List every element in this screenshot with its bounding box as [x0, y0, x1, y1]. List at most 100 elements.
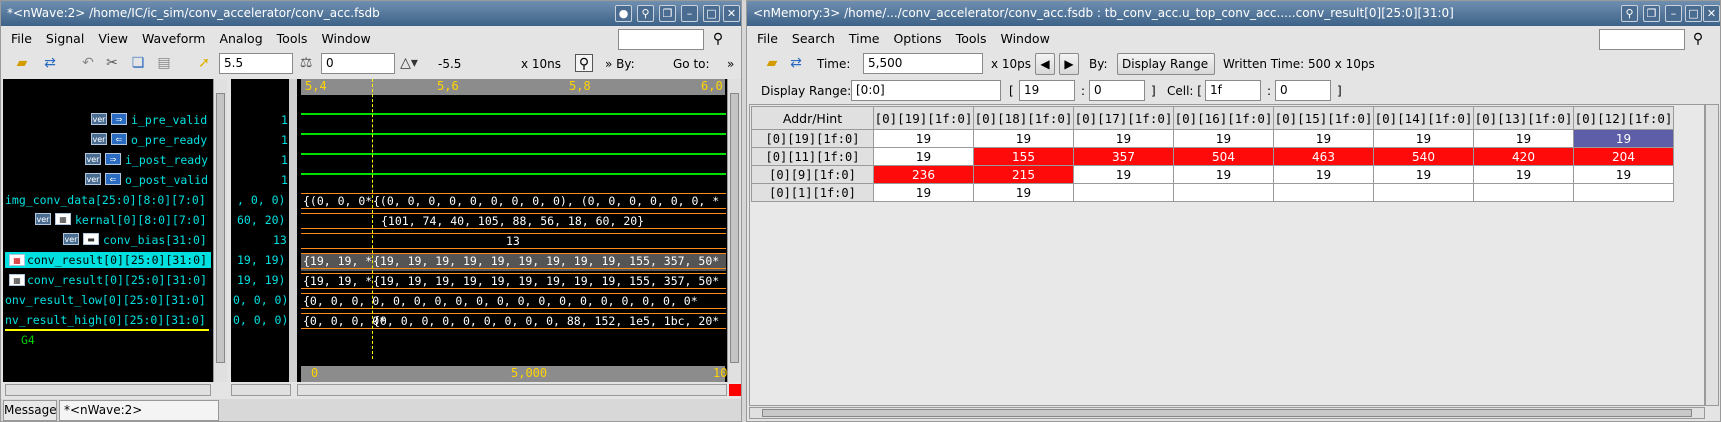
memory-cell[interactable]: 19	[1373, 129, 1474, 148]
memory-cell[interactable]	[1173, 183, 1274, 202]
pin-icon[interactable]: ⚲	[637, 5, 654, 22]
signal-img-conv-data[interactable]: img_conv_data[25:0][8:0][7:0]	[5, 193, 206, 207]
memory-cell[interactable]: 19	[1173, 165, 1274, 184]
column-header[interactable]: [0][17][1f:0]	[1073, 106, 1174, 130]
undo-icon[interactable]: ↶	[79, 54, 97, 72]
cut-icon[interactable]: ✂	[103, 54, 121, 72]
cursor-time-input[interactable]: 5.5	[219, 53, 293, 74]
marker-icon[interactable]: ⚖	[297, 54, 315, 72]
menu-tools[interactable]: Tools	[277, 31, 308, 46]
open-folder-icon[interactable]: ▰	[763, 54, 781, 72]
by-dropdown[interactable]: Display Range ▾	[1117, 53, 1215, 91]
undock-icon[interactable]: ❐	[1643, 5, 1660, 22]
memory-cell-changed[interactable]: 236	[873, 165, 974, 184]
menu-options[interactable]: Options	[893, 31, 941, 46]
cursor-icon[interactable]: ➚	[195, 54, 213, 72]
memory-cell-changed[interactable]: 215	[973, 165, 1074, 184]
memory-cell-changed[interactable]: 540	[1373, 147, 1474, 166]
memory-vscrollbar[interactable]	[1705, 104, 1719, 406]
name-hscrollbar[interactable]	[5, 384, 211, 396]
column-header[interactable]: [0][16][1f:0]	[1173, 106, 1274, 130]
menu-file[interactable]: File	[757, 31, 778, 46]
range-lo-input[interactable]: 0	[1089, 80, 1145, 101]
menu-time[interactable]: Time	[849, 31, 880, 46]
signal-conv-result-selected[interactable]: conv_result[0][25:0][31:0]	[27, 253, 207, 267]
signal-conv-result-high[interactable]: nv_result_high[0][25:0][31:0]	[5, 313, 206, 327]
range-hi-input[interactable]: 19	[1019, 80, 1075, 101]
signal-conv-result-low[interactable]: onv_result_low[0][25:0][31:0]	[5, 293, 206, 307]
more-icon[interactable]: »	[727, 57, 734, 71]
prev-time-button[interactable]: ◀	[1035, 53, 1055, 75]
memory-cell[interactable]: 19	[1273, 165, 1374, 184]
column-header[interactable]: [0][18][1f:0]	[973, 106, 1074, 130]
nwave-search-input[interactable]	[618, 29, 704, 50]
memory-cell-changed[interactable]: 155	[973, 147, 1074, 166]
delta-icon[interactable]: △▾	[400, 54, 418, 72]
memory-cell[interactable]: 19	[1173, 129, 1274, 148]
memory-cell[interactable]: 19	[1073, 165, 1174, 184]
tab-nwave[interactable]: *<nWave:2> conv_acc.fsdb	[59, 400, 219, 421]
memory-hscrollbar[interactable]	[749, 407, 1705, 419]
memory-cell[interactable]	[1273, 183, 1374, 202]
close-icon[interactable]: ✕	[1703, 5, 1720, 22]
signal-conv-bias[interactable]: conv_bias[31:0]	[103, 233, 207, 247]
memory-cell[interactable]: 19	[1073, 129, 1174, 148]
tab-message[interactable]: Message	[3, 400, 57, 421]
column-header[interactable]: [0][19][1f:0]	[873, 106, 974, 130]
signal-i-pre-valid[interactable]: i_pre_valid	[131, 113, 207, 127]
menu-waveform[interactable]: Waveform	[142, 31, 205, 46]
search-options-icon[interactable]: ⚲	[1689, 30, 1707, 48]
search-options-icon[interactable]: ⚲	[709, 30, 727, 48]
cell-hi-input[interactable]: 1f	[1205, 80, 1261, 101]
memory-cell-changed[interactable]: 204	[1573, 147, 1674, 166]
reload-icon[interactable]: ⇄	[787, 54, 805, 72]
value-scrollbar[interactable]	[289, 79, 297, 382]
time-input[interactable]: 5,500	[863, 53, 983, 74]
group-label[interactable]: G4	[21, 333, 35, 347]
memory-cell[interactable]: 19	[1473, 129, 1574, 148]
reload-icon[interactable]: ⇄	[41, 54, 59, 72]
menu-tools[interactable]: Tools	[956, 31, 987, 46]
memory-cell[interactable]: 19	[1473, 165, 1574, 184]
waveform-hscrollbar[interactable]	[297, 384, 727, 396]
memory-cell[interactable]: 19	[1373, 165, 1474, 184]
memory-cell-changed[interactable]: 357	[1073, 147, 1174, 166]
marker-time-input[interactable]: 0	[321, 53, 395, 74]
memory-cell[interactable]: 19	[873, 183, 974, 202]
copy-icon[interactable]: ❏	[129, 54, 147, 72]
memory-cell[interactable]	[1373, 183, 1474, 202]
signal-i-post-ready[interactable]: i_post_ready	[125, 153, 208, 167]
zoom-icon[interactable]: ⚲	[575, 54, 593, 72]
memory-cell[interactable]	[1573, 183, 1674, 202]
memory-cell[interactable]: 19	[873, 147, 974, 166]
signal-o-post-valid[interactable]: o_post_valid	[125, 173, 208, 187]
signal-o-pre-ready[interactable]: o_pre_ready	[131, 133, 207, 147]
cell-lo-input[interactable]: 0	[1275, 80, 1331, 101]
close-icon[interactable]: ✕	[723, 5, 740, 22]
column-header[interactable]: [0][12][1f:0]	[1573, 106, 1674, 130]
memory-cell[interactable]: 19	[1273, 129, 1374, 148]
next-time-button[interactable]: ▶	[1059, 53, 1079, 75]
minimize-icon[interactable]: –	[1665, 5, 1682, 22]
memory-cell-changed[interactable]: 420	[1473, 147, 1574, 166]
menu-search[interactable]: Search	[792, 31, 835, 46]
memory-cell[interactable]: 19	[873, 129, 974, 148]
memory-cell-selected[interactable]: 19	[1573, 129, 1674, 148]
nmemory-search-input[interactable]	[1599, 29, 1685, 50]
menu-file[interactable]: File	[11, 31, 32, 46]
maximize-icon[interactable]: □	[1685, 5, 1702, 22]
record-icon[interactable]: ●	[615, 5, 632, 22]
column-header[interactable]: [0][14][1f:0]	[1373, 106, 1474, 130]
signal-conv-result[interactable]: conv_result[0][25:0][31:0]	[27, 273, 207, 287]
cursor-line[interactable]	[372, 79, 373, 359]
signal-kernal[interactable]: kernal[0][8:0][7:0]	[75, 213, 207, 227]
memory-cell[interactable]: 19	[973, 129, 1074, 148]
display-range-input[interactable]: [0:0]	[851, 80, 1001, 101]
signal-scrollbar[interactable]	[213, 79, 227, 382]
open-folder-icon[interactable]: ▰	[13, 54, 31, 72]
overview-ruler[interactable]: 0 5,000 10	[301, 366, 727, 382]
menu-signal[interactable]: Signal	[46, 31, 84, 46]
memory-cell-changed[interactable]: 463	[1273, 147, 1374, 166]
menu-window[interactable]: Window	[321, 31, 370, 46]
undock-icon[interactable]: ❐	[659, 5, 676, 22]
